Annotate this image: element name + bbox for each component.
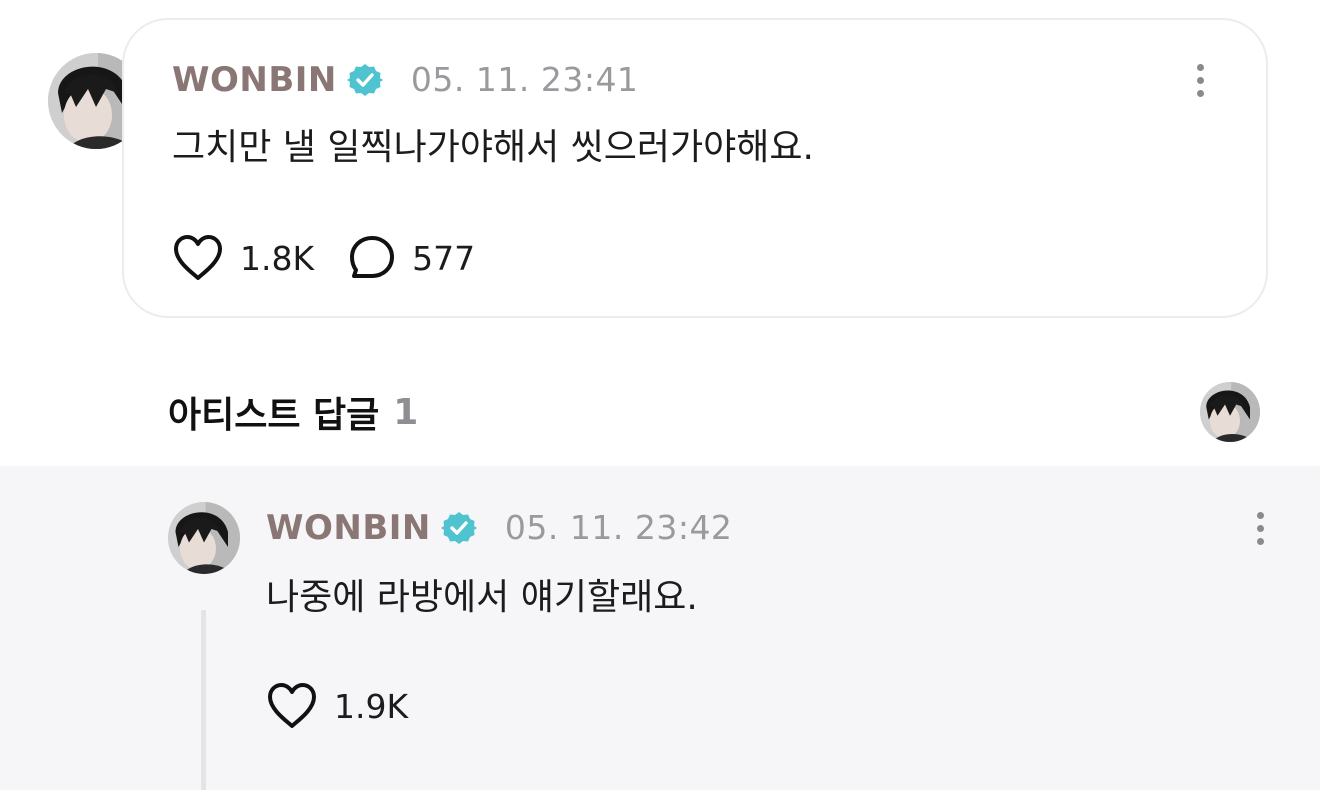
reply-more-button[interactable] xyxy=(1246,504,1274,552)
heart-outline-icon xyxy=(268,683,316,728)
verified-badge-icon xyxy=(440,510,477,546)
like-count: 1.8K xyxy=(240,238,315,278)
reply-text: 나중에 라방에서 얘기할래요. xyxy=(266,577,698,618)
like-button[interactable]: 1.8K xyxy=(172,234,314,282)
avatar-image xyxy=(1200,382,1260,442)
post-header: WONBIN 05. 11. 23:41 xyxy=(172,56,638,104)
artist-replies-header: 아티스트 답글 1 xyxy=(168,386,418,438)
post-timestamp: 05. 11. 23:41 xyxy=(410,60,639,99)
page: WONBIN 05. 11. 23:41 그치만 낼 일찍나가야해서 씻으러가야… xyxy=(0,0,1320,790)
reply-author-avatar[interactable] xyxy=(168,502,240,574)
post-author-name[interactable]: WONBIN xyxy=(172,56,337,104)
reply-actions: 1.9K xyxy=(266,678,408,734)
reply-header: WONBIN 05. 11. 23:42 xyxy=(266,504,732,552)
reply-timestamp: 05. 11. 23:42 xyxy=(504,508,733,547)
thread-line xyxy=(201,610,206,790)
reply-like-button[interactable]: 1.9K xyxy=(266,682,408,730)
more-vertical-icon xyxy=(1256,511,1264,519)
artist-replies-count: 1 xyxy=(393,391,419,433)
comment-count: 577 xyxy=(412,238,476,278)
post-more-button[interactable] xyxy=(1186,56,1214,104)
reply-author-name[interactable]: WONBIN xyxy=(266,504,431,552)
verified-badge-icon xyxy=(346,62,383,98)
heart-outline-icon xyxy=(174,235,222,280)
artist-replies-title: 아티스트 답글 xyxy=(168,395,380,436)
reply-like-count: 1.9K xyxy=(334,686,409,726)
post-text: 그치만 낼 일찍나가야해서 씻으러가야해요. xyxy=(172,127,814,168)
post-actions: 1.8K 577 xyxy=(172,230,475,286)
avatar-image xyxy=(168,502,240,574)
comment-button[interactable]: 577 xyxy=(348,234,475,282)
more-vertical-icon xyxy=(1196,63,1204,71)
post-card: WONBIN 05. 11. 23:41 그치만 낼 일찍나가야해서 씻으러가야… xyxy=(122,18,1268,318)
speech-bubble-icon xyxy=(350,236,395,278)
reply-section: WONBIN 05. 11. 23:42 나중에 라방에서 얘기할래요. 1.9… xyxy=(0,466,1320,790)
artist-replies-avatar[interactable] xyxy=(1200,382,1260,442)
